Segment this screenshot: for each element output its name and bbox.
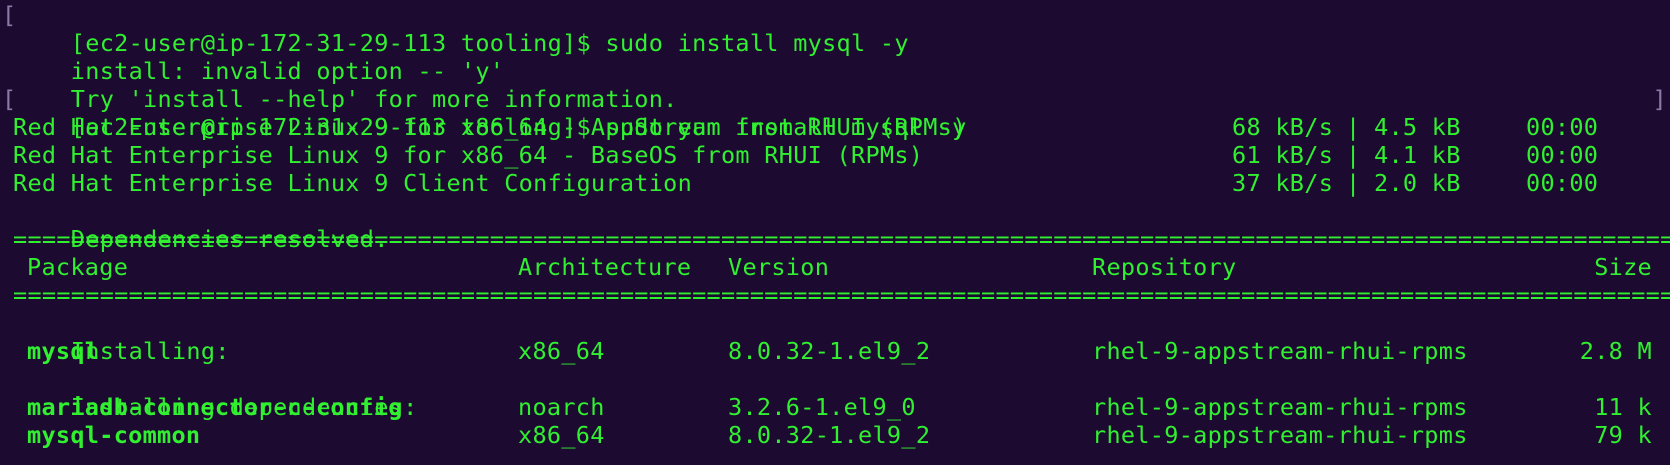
repo-separator: | [1346,141,1361,169]
package-arch: x86_64 [518,337,605,365]
table-rule: ========================================… [13,281,1670,309]
repo-size: 4.5 kB [1374,113,1461,141]
dependencies-resolved-text: Dependencies resolved. [70,225,389,253]
package-repo: rhel-9-appstream-rhui-rpms [1092,421,1468,449]
repo-name: Red Hat Enterprise Linux 9 for x86_64 - … [13,141,924,169]
package-size: 79 k [1594,421,1652,449]
header-repository: Repository [1092,253,1237,281]
package-version: 3.2.6-1.el9_0 [728,393,916,421]
terminal-line: Dependencies resolved. [0,197,1670,253]
table-row: mariadb-connector-c-config noarch 3.2.6-… [0,393,1670,421]
line-marker-right: ] [1652,85,1667,113]
package-arch: noarch [518,393,605,421]
package-version: 8.0.32-1.el9_2 [728,421,931,449]
line-marker: [ [2,1,17,29]
group-label: Installing dependencies: [0,365,1670,421]
repo-size: 4.1 kB [1374,141,1461,169]
package-size: 11 k [1594,393,1652,421]
repo-metadata-line: Red Hat Enterprise Linux 9 for x86_64 - … [0,113,1670,141]
repo-speed: 68 kB/s [1232,113,1334,141]
header-architecture: Architecture [518,253,692,281]
repo-size: 2.0 kB [1374,169,1461,197]
package-repo: rhel-9-appstream-rhui-rpms [1092,393,1468,421]
package-name: mysql [27,337,100,365]
header-size: Size [1594,253,1652,281]
repo-time: 00:00 [1526,141,1599,169]
table-header: Package Architecture Version Repository … [0,253,1670,281]
package-name: mysql-common [27,421,201,449]
header-version: Version [728,253,830,281]
repo-time: 00:00 [1526,113,1599,141]
terminal-line: install: invalid option -- 'y' [0,29,1670,85]
package-name: mariadb-connector-c-config [27,393,403,421]
table-row: mysql-common x86_64 8.0.32-1.el9_2 rhel-… [0,421,1670,449]
line-marker: [ [2,85,17,113]
header-package: Package [27,253,129,281]
table-row: mysql x86_64 8.0.32-1.el9_2 rhel-9-appst… [0,337,1670,365]
repo-time: 00:00 [1526,169,1599,197]
terminal-line: [[ec2-user@ip-172-31-29-113 tooling]$ su… [0,1,1670,57]
terminal-line: Try 'install --help' for more informatio… [0,57,1670,113]
repo-separator: | [1346,113,1361,141]
package-version: 8.0.32-1.el9_2 [728,337,931,365]
terminal-line: [[ec2-user@ip-172-31-29-113 tooling]$ su… [0,85,1670,141]
package-repo: rhel-9-appstream-rhui-rpms [1092,337,1468,365]
terminal-window[interactable]: [[ec2-user@ip-172-31-29-113 tooling]$ su… [0,0,1670,465]
package-size: 2.8 M [1579,337,1652,365]
package-arch: x86_64 [518,421,605,449]
repo-metadata-line: Red Hat Enterprise Linux 9 for x86_64 - … [0,141,1670,169]
group-label: Installing: [0,309,1670,365]
repo-name: Red Hat Enterprise Linux 9 Client Config… [13,169,693,197]
repo-separator: | [1346,169,1361,197]
repo-speed: 61 kB/s [1232,141,1334,169]
repo-metadata-line: Red Hat Enterprise Linux 9 Client Config… [0,169,1670,197]
repo-speed: 37 kB/s [1232,169,1334,197]
repo-name: Red Hat Enterprise Linux 9 for x86_64 - … [13,113,967,141]
